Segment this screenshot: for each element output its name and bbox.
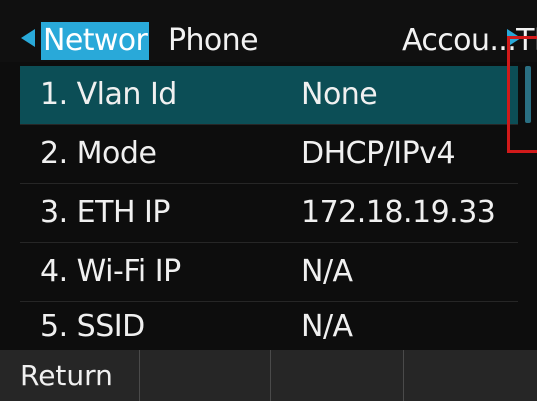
list-item-label: 1. Vlan Id <box>40 77 177 112</box>
list-item-value: N/A <box>301 309 353 344</box>
softkey-3[interactable] <box>271 350 404 401</box>
list-item-value: None <box>301 77 378 112</box>
list-item-wifi-ip[interactable]: 4. Wi-Fi IP N/A <box>20 243 518 301</box>
list-item-label: 5. SSID <box>40 309 145 344</box>
list-item-value: 172.18.19.33 <box>301 195 496 230</box>
list-item-vlan-id[interactable]: 1. Vlan Id None <box>20 66 518 124</box>
tab-left-arrow-icon[interactable] <box>21 29 35 47</box>
list-item-ssid[interactable]: 5. SSID N/A <box>20 298 518 356</box>
softkey-4[interactable] <box>404 350 537 401</box>
return-softkey[interactable]: Return <box>0 350 140 401</box>
phone-screen: Networ Phone Accou...TR069 1. Vlan Id No… <box>0 0 537 401</box>
list-item-eth-ip[interactable]: 3. ETH IP 172.18.19.33 <box>20 184 518 242</box>
list-item-label: 4. Wi-Fi IP <box>40 254 181 289</box>
list-item-label: 2. Mode <box>40 136 157 171</box>
annotation-highlight-box <box>507 36 537 153</box>
tab-phone[interactable]: Phone <box>168 22 259 60</box>
softkey-2[interactable] <box>140 350 271 401</box>
list-item-value: DHCP/IPv4 <box>301 136 456 171</box>
softkey-bar: Return <box>0 350 537 401</box>
list-item-value: N/A <box>301 254 353 289</box>
list-item-mode[interactable]: 2. Mode DHCP/IPv4 <box>20 125 518 183</box>
tab-bar: Networ Phone Accou...TR069 <box>0 0 537 62</box>
list-item-label: 3. ETH IP <box>40 195 170 230</box>
tab-network[interactable]: Networ <box>41 22 150 60</box>
